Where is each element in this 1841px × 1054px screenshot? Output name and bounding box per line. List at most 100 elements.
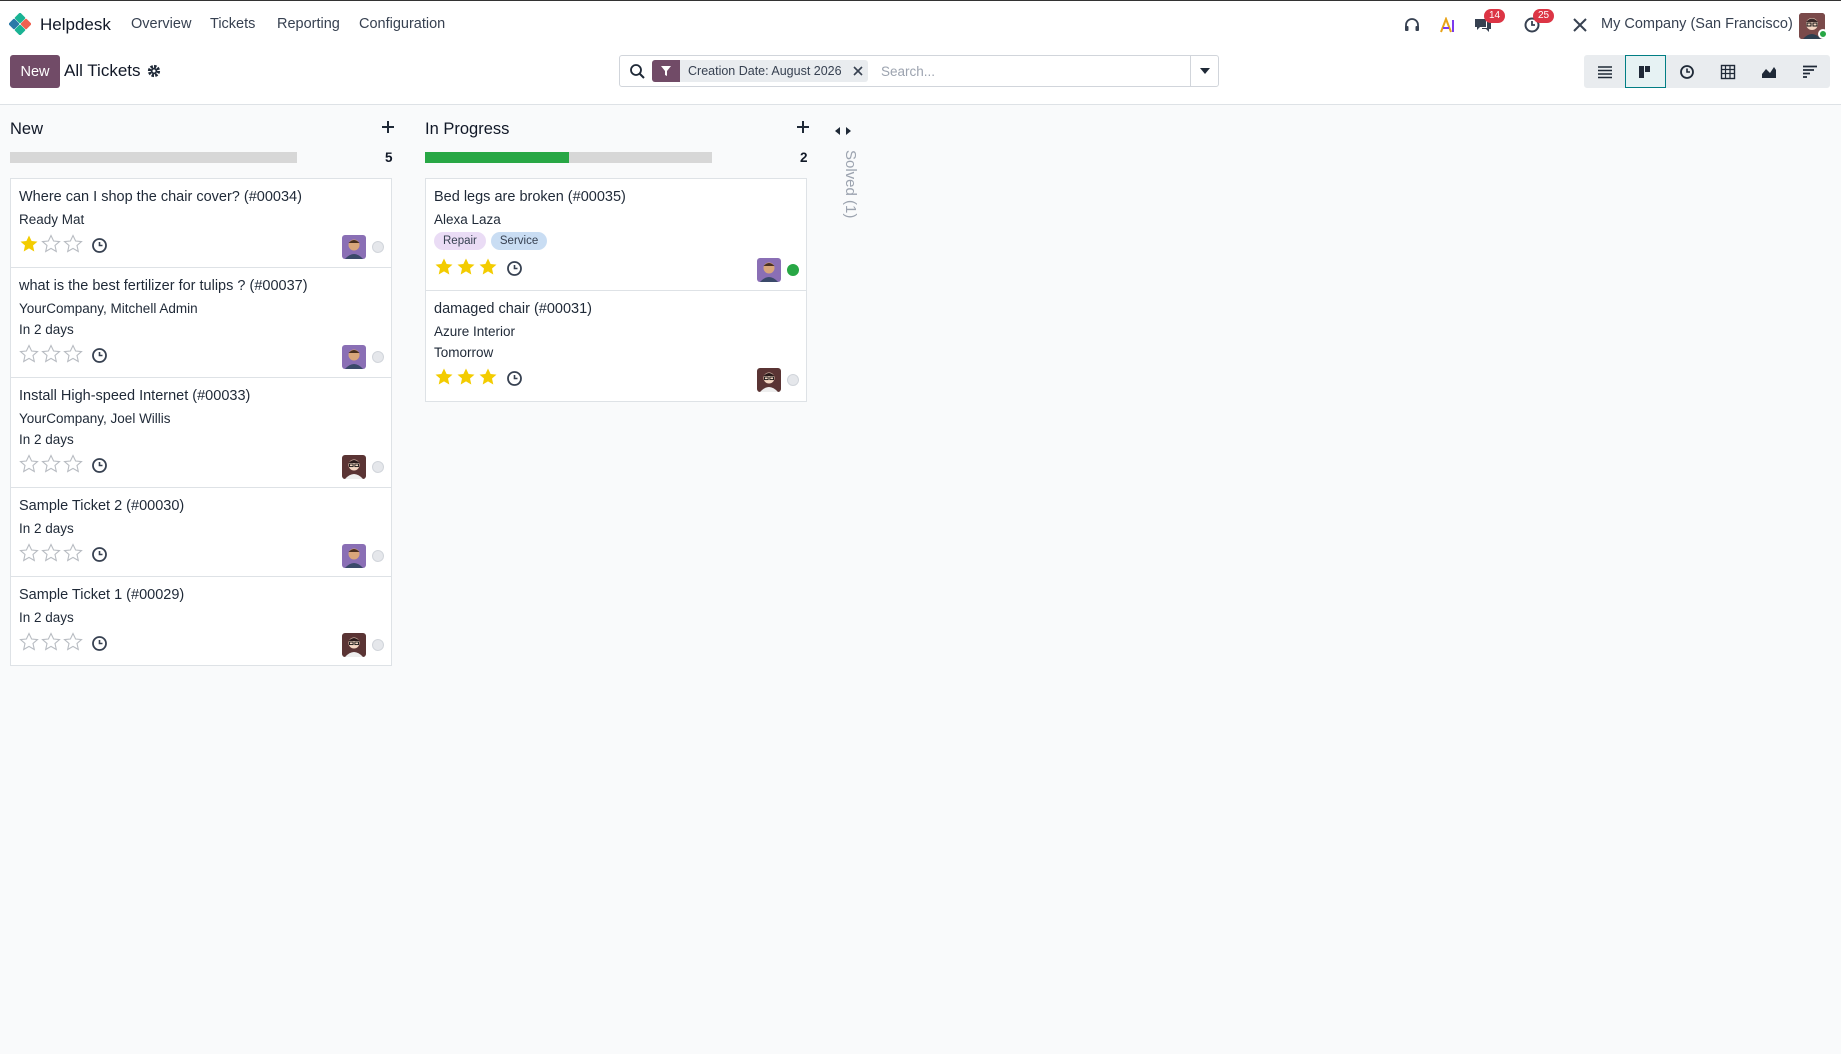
kanban-card[interactable]: Bed legs are broken (#00035) Alexa Laza … (426, 179, 806, 291)
gear-icon[interactable] (146, 63, 162, 79)
kanban-view-button[interactable] (1625, 55, 1666, 88)
star-filled-icon[interactable] (478, 367, 498, 387)
kanban-card[interactable]: Install High-speed Internet (#00033) You… (11, 378, 391, 488)
app-name[interactable]: Helpdesk (40, 15, 111, 35)
priority-stars[interactable] (19, 234, 83, 254)
activity-view-button[interactable] (1666, 55, 1707, 88)
assignee-avatar[interactable] (757, 258, 781, 282)
star-empty-icon[interactable] (41, 234, 61, 254)
column-progress-bar[interactable] (10, 152, 297, 163)
search-options-toggle[interactable] (1190, 56, 1218, 86)
kanban-card[interactable]: what is the best fertilizer for tulips ?… (11, 268, 391, 378)
kanban-card[interactable]: damaged chair (#00031) Azure Interior To… (426, 291, 806, 401)
pivot-icon (1720, 64, 1735, 79)
activity-clock-icon[interactable] (91, 457, 108, 474)
star-empty-icon[interactable] (19, 543, 39, 563)
activities-badge: 25 (1533, 9, 1555, 23)
activity-clock-icon[interactable] (91, 237, 108, 254)
assignee-avatar[interactable] (757, 368, 781, 392)
messages-badge: 14 (1484, 9, 1506, 23)
cohort-view-button[interactable] (1789, 55, 1830, 88)
star-empty-icon[interactable] (63, 543, 83, 563)
star-empty-icon[interactable] (63, 454, 83, 474)
graph-view-button[interactable] (1748, 55, 1789, 88)
facet-remove-icon[interactable] (848, 60, 868, 82)
search-facet: Creation Date: August 2026 (652, 60, 868, 82)
kanban-state-dot[interactable] (372, 639, 384, 651)
search-input[interactable] (881, 60, 1181, 82)
activity-clock-icon[interactable] (506, 370, 523, 387)
menu-configuration[interactable]: Configuration (359, 16, 445, 32)
star-empty-icon[interactable] (41, 632, 61, 652)
star-filled-icon[interactable] (456, 367, 476, 387)
kanban-state-dot[interactable] (372, 461, 384, 473)
star-empty-icon[interactable] (19, 632, 39, 652)
kanban-card[interactable]: Where can I shop the chair cover? (#0003… (11, 179, 391, 268)
card-deadline: In 2 days (19, 521, 74, 536)
kanban-icon (1638, 65, 1650, 78)
kanban-state-dot[interactable] (372, 351, 384, 363)
assignee-avatar[interactable] (342, 345, 366, 369)
star-empty-icon[interactable] (63, 632, 83, 652)
search-icon[interactable] (629, 63, 646, 80)
star-filled-icon[interactable] (434, 367, 454, 387)
kanban-card[interactable]: Sample Ticket 2 (#00030) In 2 days (11, 488, 391, 577)
menu-tickets[interactable]: Tickets (210, 16, 255, 32)
assignee-avatar[interactable] (342, 633, 366, 657)
plus-icon[interactable] (380, 119, 396, 135)
column-progress-bar[interactable] (425, 152, 712, 163)
card-customer: Ready Mat (19, 212, 85, 227)
kanban-state-dot[interactable] (787, 374, 799, 386)
star-filled-icon[interactable] (19, 234, 39, 254)
priority-stars[interactable] (19, 543, 83, 563)
activity-clock-icon[interactable] (506, 260, 523, 277)
priority-stars[interactable] (19, 632, 83, 652)
activities-clock-icon[interactable]: 25 (1521, 9, 1555, 36)
new-button[interactable]: New (10, 55, 60, 88)
star-empty-icon[interactable] (19, 454, 39, 474)
column-count: 2 (800, 150, 808, 165)
messages-icon[interactable]: 14 (1472, 9, 1506, 36)
plus-icon[interactable] (795, 119, 811, 135)
helpdesk-logo-icon[interactable] (9, 13, 31, 35)
expand-column-icon[interactable] (834, 124, 852, 138)
list-view-button[interactable] (1584, 55, 1625, 88)
star-filled-icon[interactable] (478, 257, 498, 277)
ai-icon[interactable] (1437, 14, 1459, 36)
star-empty-icon[interactable] (41, 344, 61, 364)
caret-down-icon (1199, 68, 1210, 74)
star-filled-icon[interactable] (456, 257, 476, 277)
card-customer: Azure Interior (434, 324, 516, 339)
online-status-dot (1818, 29, 1828, 39)
star-empty-icon[interactable] (63, 234, 83, 254)
kanban-card[interactable]: Sample Ticket 1 (#00029) In 2 days (11, 577, 391, 665)
star-empty-icon[interactable] (63, 344, 83, 364)
activity-clock-icon[interactable] (91, 635, 108, 652)
kanban-state-dot[interactable] (372, 550, 384, 562)
cohort-icon (1802, 65, 1817, 78)
priority-stars[interactable] (19, 454, 83, 474)
star-empty-icon[interactable] (19, 344, 39, 364)
star-empty-icon[interactable] (41, 543, 61, 563)
folded-column-solved[interactable]: Solved (1) (832, 118, 859, 238)
activity-clock-icon[interactable] (91, 347, 108, 364)
folded-column-label: Solved (1) (842, 150, 859, 219)
menu-overview[interactable]: Overview (131, 16, 191, 32)
menu-reporting[interactable]: Reporting (277, 16, 340, 32)
headset-icon[interactable] (1401, 14, 1423, 36)
star-empty-icon[interactable] (41, 454, 61, 474)
kanban-state-dot[interactable] (372, 241, 384, 253)
priority-stars[interactable] (434, 367, 498, 387)
assignee-avatar[interactable] (342, 455, 366, 479)
assignee-avatar[interactable] (342, 544, 366, 568)
star-filled-icon[interactable] (434, 257, 454, 277)
priority-stars[interactable] (19, 344, 83, 364)
priority-stars[interactable] (434, 257, 498, 277)
debug-tools-icon[interactable] (1569, 14, 1591, 36)
card-deadline: In 2 days (19, 322, 74, 337)
assignee-avatar[interactable] (342, 235, 366, 259)
pivot-view-button[interactable] (1707, 55, 1748, 88)
company-switcher[interactable]: My Company (San Francisco) (1601, 16, 1793, 32)
activity-clock-icon[interactable] (91, 546, 108, 563)
kanban-state-dot[interactable] (787, 264, 799, 276)
